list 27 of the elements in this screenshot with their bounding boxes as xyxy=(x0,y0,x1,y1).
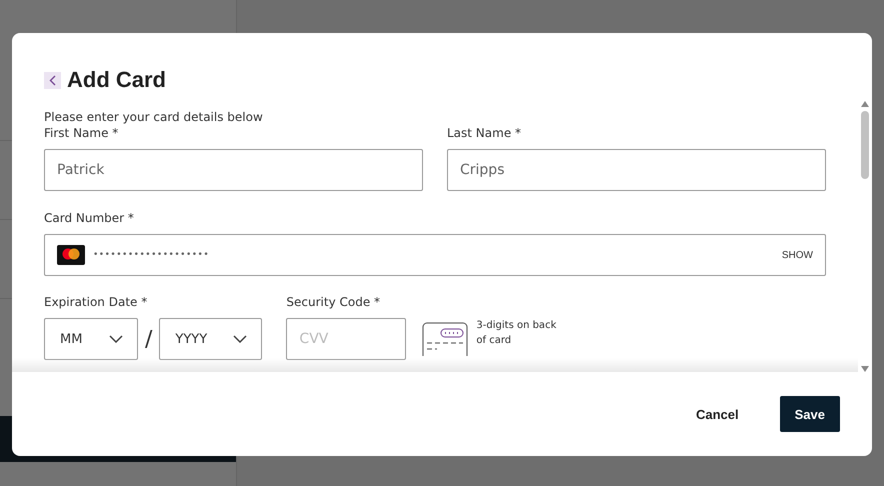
scroll-down-icon xyxy=(861,366,869,372)
back-button[interactable] xyxy=(44,72,61,88)
cancel-button[interactable]: Cancel xyxy=(680,396,754,432)
field-label: First Name * xyxy=(44,125,120,141)
card-number-field[interactable]: •••••••••••••••••••• SHOW xyxy=(44,234,826,276)
save-button[interactable]: Save xyxy=(780,396,840,432)
security-code-hint: 3-digits on back of card xyxy=(476,319,558,348)
field-label: Card Number * xyxy=(44,210,135,226)
month-select[interactable]: MM xyxy=(44,318,138,360)
first-name-field[interactable]: Patrick xyxy=(44,149,423,191)
show-button[interactable]: SHOW xyxy=(782,250,813,260)
chevron-left-icon xyxy=(49,74,56,86)
date-separator: / xyxy=(144,326,154,352)
card-back-icon xyxy=(422,322,468,356)
security-code-field[interactable]: CVV xyxy=(286,318,406,360)
card-logo-icon xyxy=(57,245,85,265)
instruction-text: Please enter your card details below xyxy=(44,109,264,125)
field-label: Expiration Date * xyxy=(44,294,148,310)
last-name-field[interactable]: Cripps xyxy=(447,149,826,191)
scroll-up-icon xyxy=(861,101,869,107)
field-label: Last Name * xyxy=(447,125,522,141)
chevron-down-icon xyxy=(109,335,123,343)
year-select[interactable]: YYYY xyxy=(159,318,262,360)
scrollbar-thumb[interactable] xyxy=(861,111,869,179)
chevron-down-icon xyxy=(233,335,248,343)
dialog-title: Add Card xyxy=(67,67,166,93)
field-label: Security Code * xyxy=(286,294,382,310)
